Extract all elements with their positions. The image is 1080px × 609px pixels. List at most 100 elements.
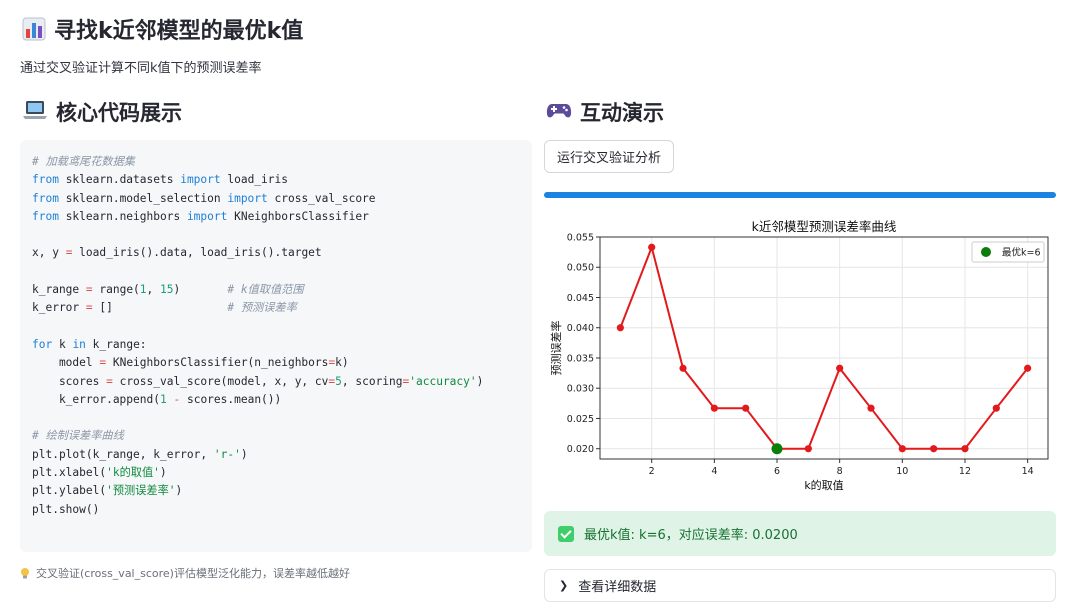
error-rate-chart-svg: 2 4 6 8 10 12 14 0.020 0.025 0.030 0.035 0.040 0.045… (549, 219, 1049, 492)
progress-bar (544, 192, 1056, 198)
tip-note: 交叉验证(cross_val_score)评估模型泛化能力，误差率越低越好 (20, 565, 350, 581)
code-token: import (227, 191, 268, 205)
code-token: 'r-' (213, 447, 241, 461)
run-cross-validation-button[interactable]: 运行交叉验证分析 (544, 140, 675, 173)
success-text: 最优k值: k=6，对应误差率: 0.0200 (584, 528, 798, 543)
chevron-right-icon: ❯ (559, 579, 569, 592)
progress-fill (544, 192, 1056, 198)
section-title-demo: 互动演示 (546, 96, 664, 128)
code-token: '预测误差率' (106, 484, 176, 498)
code-token: load_iris (220, 173, 288, 187)
data-point (679, 364, 687, 372)
y-tick-label: 0.020 (567, 444, 594, 455)
code-line: k_error = [] # 预测误差率 (32, 299, 520, 317)
page-title: 寻找k近邻模型的最优k值 (22, 12, 303, 46)
code-token: from (32, 209, 59, 223)
code-token: model (32, 356, 100, 370)
code-token: 15 (160, 283, 174, 297)
code-token: plt.xlabel( (32, 466, 107, 480)
code-line: plt.plot(k_range, k_error, 'r-') (32, 446, 520, 464)
code-line: for k in k_range: (32, 336, 520, 354)
legend-marker (981, 247, 991, 257)
code-token: cross_val_score (267, 191, 376, 205)
code-line: # 加载鸢尾花数据集 (32, 153, 520, 171)
code-token: # 绘制误差率曲线 (32, 429, 124, 443)
y-tick-label: 0.045 (567, 293, 594, 304)
chart-title: k近邻模型预测误差率曲线 (752, 219, 897, 234)
x-tick-label: 4 (711, 466, 717, 477)
code-token: 1 (139, 283, 147, 297)
code-token: import (180, 173, 221, 187)
code-block[interactable]: # 加载鸢尾花数据集 from sklearn.datasets import l… (20, 140, 532, 552)
tip-text: 交叉验证(cross_val_score)评估模型泛化能力，误差率越低越好 (36, 567, 350, 580)
code-token: KNeighborsClassifier (227, 209, 369, 223)
code-token: = (85, 283, 93, 297)
code-token: , (146, 283, 161, 297)
code-token: ) (173, 283, 228, 297)
y-tick-label: 0.050 (567, 263, 594, 274)
code-line: k_range = range(1, 15) # k值取值范围 (32, 281, 520, 299)
code-line: from sklearn.neighbors import KNeighbors… (32, 208, 520, 226)
check-icon (558, 525, 574, 542)
code-token: ) (159, 466, 167, 480)
y-axis-label: 预测误差率 (549, 321, 563, 376)
x-tick-label: 14 (1022, 466, 1034, 477)
success-alert: 最优k值: k=6，对应误差率: 0.0200 (544, 511, 1056, 556)
code-token: in (72, 337, 86, 351)
y-tick-label: 0.025 (567, 414, 594, 425)
details-expander-label: 查看详细数据 (578, 580, 657, 595)
details-expander[interactable]: ❯ 查看详细数据 (544, 569, 1056, 602)
x-tick-label: 10 (896, 466, 908, 477)
code-token: KNeighborsClassifier(n_neighbors (106, 356, 329, 370)
code-token: plt.plot(k_range, k_error, (32, 447, 214, 461)
data-point (836, 364, 844, 372)
code-token: from (32, 191, 59, 205)
data-point (648, 243, 656, 251)
data-point (867, 404, 875, 412)
code-token: x, y (32, 246, 66, 260)
x-tick-label: 2 (649, 466, 655, 477)
code-token: sklearn.neighbors (58, 209, 187, 223)
code-token: k_error (32, 301, 86, 315)
code-token: cross_val_score(model, x, y, cv (112, 374, 329, 388)
code-token: [] (92, 301, 228, 315)
data-point (898, 445, 906, 453)
code-token: k_range (32, 283, 86, 297)
plot-frame (599, 236, 1049, 460)
y-tick-label: 0.030 (567, 384, 594, 395)
best-k-point (771, 443, 783, 455)
code-line: x, y = load_iris().data, load_iris().tar… (32, 244, 520, 262)
bar-chart-icon (22, 17, 46, 41)
gamepad-icon (546, 99, 572, 126)
code-token: , scoring (341, 374, 403, 388)
code-line: from sklearn.datasets import load_iris (32, 171, 520, 189)
code-line: # 绘制误差率曲线 (32, 427, 520, 445)
code-token: sklearn.model_selection (58, 191, 228, 205)
error-rate-chart: 2 4 6 8 10 12 14 0.020 0.025 0.030 0.035 0.040 0.045… (544, 210, 1056, 500)
page-title-text: 寻找k近邻模型的最优k值 (54, 19, 304, 44)
section-title-demo-text: 互动演示 (580, 101, 664, 125)
code-line: scores = cross_val_score(model, x, y, cv… (32, 373, 520, 391)
laptop-icon (22, 99, 48, 126)
code-token: scores.mean()) (180, 392, 282, 406)
code-token: 1 (159, 392, 167, 406)
code-token: # k值取值范围 (227, 283, 304, 297)
data-point (742, 404, 750, 412)
section-title-code-text: 核心代码展示 (56, 101, 182, 125)
y-tick-label: 0.055 (567, 233, 594, 244)
data-point (804, 445, 812, 453)
code-token: plt.ylabel( (32, 484, 107, 498)
code-token: from (32, 173, 59, 187)
code-token: load_iris().data, load_iris().target (72, 246, 322, 260)
code-token: for (32, 337, 53, 351)
code-token: import (186, 209, 228, 223)
x-tick-label: 8 (837, 466, 843, 477)
code-token: k_error.append( (32, 392, 160, 406)
code-token: = (106, 374, 113, 388)
code-line: from sklearn.model_selection import cros… (32, 190, 520, 208)
data-point (1024, 364, 1032, 372)
code-token: sklearn.datasets (58, 173, 181, 187)
